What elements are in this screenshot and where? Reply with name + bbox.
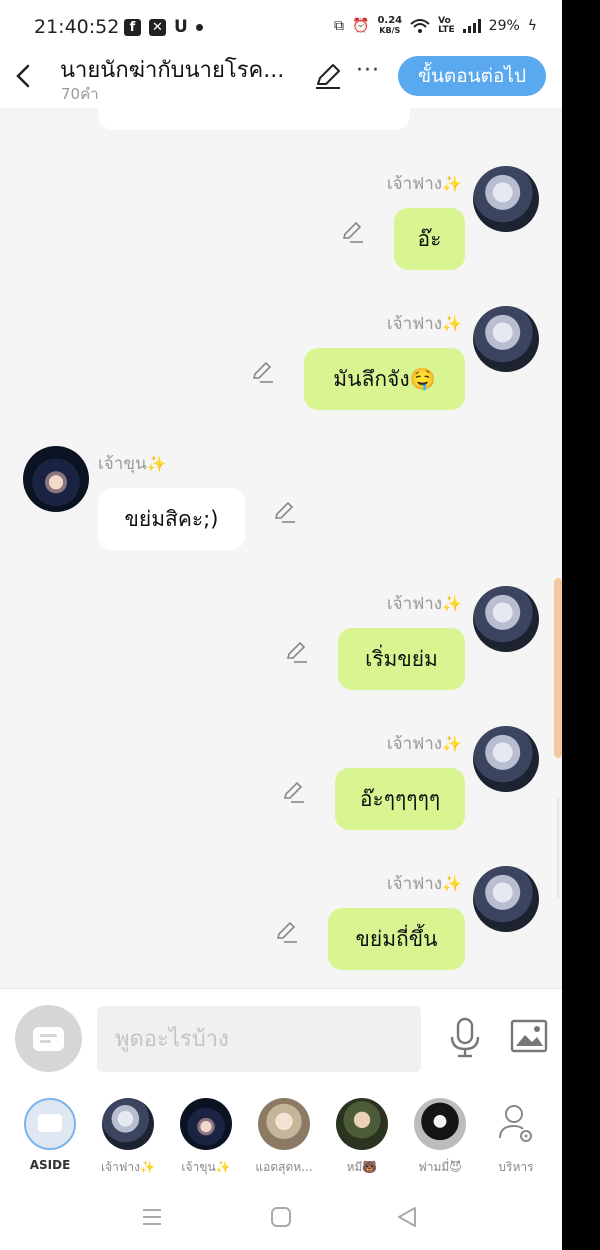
sender-name-text: เจ้าฟาง — [386, 314, 443, 334]
volte-icon: Vo LTE — [438, 16, 455, 35]
charging-icon: ϟ — [527, 18, 538, 34]
word-count: 70คำ — [61, 85, 99, 103]
network-speed: 0.24 KB/S — [377, 16, 402, 36]
character-avatar — [336, 1098, 388, 1150]
edit-message-pencil-icon[interactable] — [274, 920, 298, 944]
character-label: เจ้าขุน✨ — [181, 1160, 231, 1174]
sparkle-icon: ✨ — [442, 874, 462, 893]
character-avatar — [258, 1098, 310, 1150]
character-jaokhun[interactable]: เจ้าขุน✨ — [166, 1098, 246, 1177]
avatar-sender-a[interactable] — [473, 866, 539, 932]
avatar-sender-a[interactable] — [473, 586, 539, 652]
aside-avatar — [24, 1098, 76, 1150]
sender-name: เจ้าฟาง✨ — [387, 730, 462, 757]
character-label: ASIDE — [29, 1158, 71, 1172]
u-app-icon: U — [174, 17, 188, 37]
notification-icons: f ✕ U — [124, 17, 203, 37]
back-arrow-icon[interactable] — [14, 64, 34, 88]
facebook-icon: f — [124, 18, 141, 36]
edit-message-pencil-icon[interactable] — [250, 360, 274, 384]
previous-message-bubble[interactable] — [98, 108, 410, 130]
character-fammi[interactable]: ฟามมี่😈 — [400, 1098, 480, 1177]
sender-name: เจ้าฟาง✨ — [387, 170, 462, 197]
alarm-icon: ⏰ — [352, 18, 370, 34]
message-input[interactable] — [97, 1006, 421, 1072]
top-bar: นายนักฆ่ากับนายโรค... 70คำ ··· ขั้นตอนต่… — [0, 52, 562, 108]
avatar-sender-b[interactable] — [23, 446, 89, 512]
sender-name-text: เจ้าขุน — [98, 454, 147, 474]
more-notifications-dot-icon — [195, 23, 203, 31]
back-nav-icon[interactable] — [396, 1206, 418, 1228]
character-avatar — [414, 1098, 466, 1150]
edit-title-pencil-icon[interactable] — [314, 62, 342, 90]
message-bubble[interactable]: ขย่มสิคะ;) — [98, 488, 245, 550]
chat-area[interactable]: เจ้าฟาง✨ อ๊ะ เจ้าฟาง✨ มันลึกจัง🤤 เจ้าขุน… — [0, 108, 562, 988]
capcut-icon: ✕ — [149, 18, 166, 36]
edit-message-pencil-icon[interactable] — [272, 500, 296, 524]
status-bar: 21:40:52 f ✕ U ⧉ ⏰ 0.24 KB/S Vo LTE 29% ϟ — [0, 0, 562, 52]
message-bubble[interactable]: อ๊ะๆๆๆๆๆ — [335, 768, 465, 830]
android-nav-bar — [0, 1184, 562, 1250]
character-selector: ASIDE เจ้าฟาง✨ เจ้าขุน✨ แอดสุดห... หมี🐻 … — [0, 1088, 562, 1184]
sender-name-text: เจ้าฟาง — [386, 594, 443, 614]
screen-edge — [562, 0, 600, 1250]
sender-name: เจ้าฟาง✨ — [387, 310, 462, 337]
battery-level: 29% — [488, 18, 520, 34]
system-icons: ⧉ ⏰ 0.24 KB/S Vo LTE 29% ϟ — [334, 16, 537, 36]
avatar-sender-a[interactable] — [473, 306, 539, 372]
sender-name-text: เจ้าฟาง — [386, 174, 443, 194]
network-speed-unit: KB/S — [379, 26, 401, 35]
image-attach-icon[interactable] — [510, 1019, 548, 1053]
edit-message-pencil-icon[interactable] — [284, 640, 308, 664]
message-bubble[interactable]: ขย่มถี่ขึ้น — [328, 908, 465, 970]
message-bubble[interactable]: มันลึกจัง🤤 — [304, 348, 465, 410]
signal-icon — [462, 19, 481, 33]
character-avatar — [102, 1098, 154, 1150]
aside-note-icon — [33, 1027, 64, 1051]
status-time: 21:40:52 — [34, 16, 120, 38]
character-avatar — [180, 1098, 232, 1150]
sender-name: เจ้าฟาง✨ — [387, 870, 462, 897]
edit-message-pencil-icon[interactable] — [340, 220, 364, 244]
message-composer — [0, 988, 562, 1088]
home-icon[interactable] — [270, 1206, 292, 1228]
character-jaofang[interactable]: เจ้าฟาง✨ — [88, 1098, 168, 1177]
sparkle-icon: ✨ — [442, 314, 462, 333]
manage-user-gear-icon — [490, 1098, 542, 1150]
character-label: ฟามมี่😈 — [418, 1160, 462, 1174]
wifi-icon — [410, 19, 430, 33]
scrollbar-thumb[interactable] — [554, 578, 562, 758]
next-step-button[interactable]: ขั้นตอนต่อไป — [398, 56, 546, 96]
message-bubble[interactable]: อ๊ะ — [394, 208, 465, 270]
character-label: บริหาร — [498, 1160, 534, 1174]
microphone-icon[interactable] — [448, 1017, 482, 1059]
avatar-sender-a[interactable] — [473, 166, 539, 232]
character-label: แอดสุดห... — [255, 1160, 313, 1174]
sparkle-icon: ✨ — [146, 454, 167, 473]
character-label: เจ้าฟาง✨ — [101, 1160, 155, 1174]
aside-toggle-button[interactable] — [15, 1005, 82, 1072]
character-aside[interactable]: ASIDE — [10, 1098, 90, 1172]
sparkle-icon: ✨ — [442, 174, 462, 193]
avatar-sender-a[interactable] — [473, 726, 539, 792]
recent-apps-icon[interactable] — [140, 1206, 164, 1228]
chat-story-editor-screen: 21:40:52 f ✕ U ⧉ ⏰ 0.24 KB/S Vo LTE 29% ϟ… — [0, 0, 562, 1250]
scrollbar-track — [557, 798, 559, 898]
sender-name: เจ้าฟาง✨ — [387, 590, 462, 617]
character-bear[interactable]: หมี🐻 — [322, 1098, 402, 1177]
message-bubble[interactable]: เริ่มขย่ม — [338, 628, 465, 690]
cast-icon: ⧉ — [334, 18, 344, 34]
character-label: หมี🐻 — [346, 1160, 378, 1174]
manage-characters-button[interactable]: บริหาร — [476, 1098, 556, 1177]
more-options-icon[interactable]: ··· — [356, 58, 380, 83]
character-admin[interactable]: แอดสุดห... — [244, 1098, 324, 1177]
sparkle-icon: ✨ — [442, 734, 462, 753]
sender-name: เจ้าขุน✨ — [98, 450, 166, 477]
network-speed-value: 0.24 — [377, 15, 403, 26]
sparkle-icon: ✨ — [442, 594, 462, 613]
sender-name-text: เจ้าฟาง — [386, 734, 443, 754]
edit-message-pencil-icon[interactable] — [281, 780, 305, 804]
sender-name-text: เจ้าฟาง — [386, 874, 443, 894]
